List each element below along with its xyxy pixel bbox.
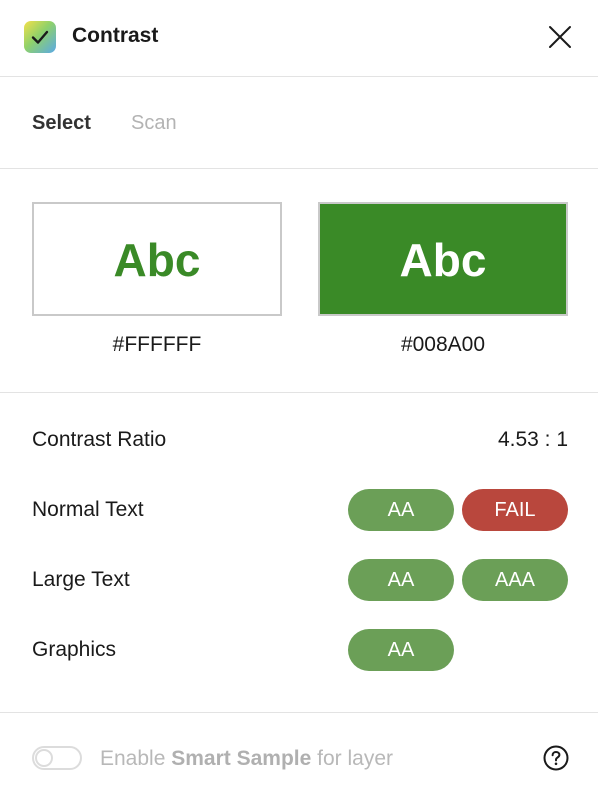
smart-sample-text-after: for layer — [311, 747, 393, 770]
smart-sample-text-bold: Smart Sample — [171, 747, 312, 770]
app-title: Contrast — [72, 24, 159, 47]
tab-scan[interactable]: Scan — [131, 111, 177, 135]
foreground-color-swatch[interactable]: Abc — [318, 202, 568, 316]
graphics-label: Graphics — [32, 638, 117, 661]
tab-select[interactable]: Select — [32, 111, 91, 135]
background-hex-value[interactable]: #FFFFFF — [32, 332, 282, 358]
smart-sample-text-before: Enable — [100, 747, 172, 770]
tab-bar: Select Scan — [0, 77, 598, 169]
large-text-aaa-badge: AAA — [462, 559, 568, 601]
large-text-label: Large Text — [32, 568, 130, 591]
smart-sample-label: Enable Smart Sample for layer — [100, 746, 393, 772]
contrast-ratio-label: Contrast Ratio — [32, 428, 167, 451]
background-color-swatch[interactable]: Abc — [32, 202, 282, 316]
close-icon[interactable] — [544, 21, 576, 53]
divider — [0, 392, 598, 393]
large-text-aa-badge: AA — [348, 559, 454, 601]
checkmark-app-icon — [24, 21, 56, 53]
contrast-ratio-value: 4.53 : 1 — [497, 428, 568, 451]
foreground-hex-value[interactable]: #008A00 — [318, 332, 568, 358]
graphics-aa-badge: AA — [348, 629, 454, 671]
normal-text-aaa-fail-badge: FAIL — [462, 489, 568, 531]
smart-sample-toggle[interactable] — [32, 746, 82, 770]
help-icon[interactable] — [543, 745, 569, 771]
normal-text-aa-badge: AA — [348, 489, 454, 531]
normal-text-label: Normal Text — [32, 498, 144, 521]
swatch-sample-text: Abc — [113, 234, 201, 286]
swatch-sample-text: Abc — [399, 234, 487, 286]
divider — [0, 712, 598, 713]
toggle-knob — [35, 749, 53, 767]
header: Contrast — [0, 0, 598, 77]
